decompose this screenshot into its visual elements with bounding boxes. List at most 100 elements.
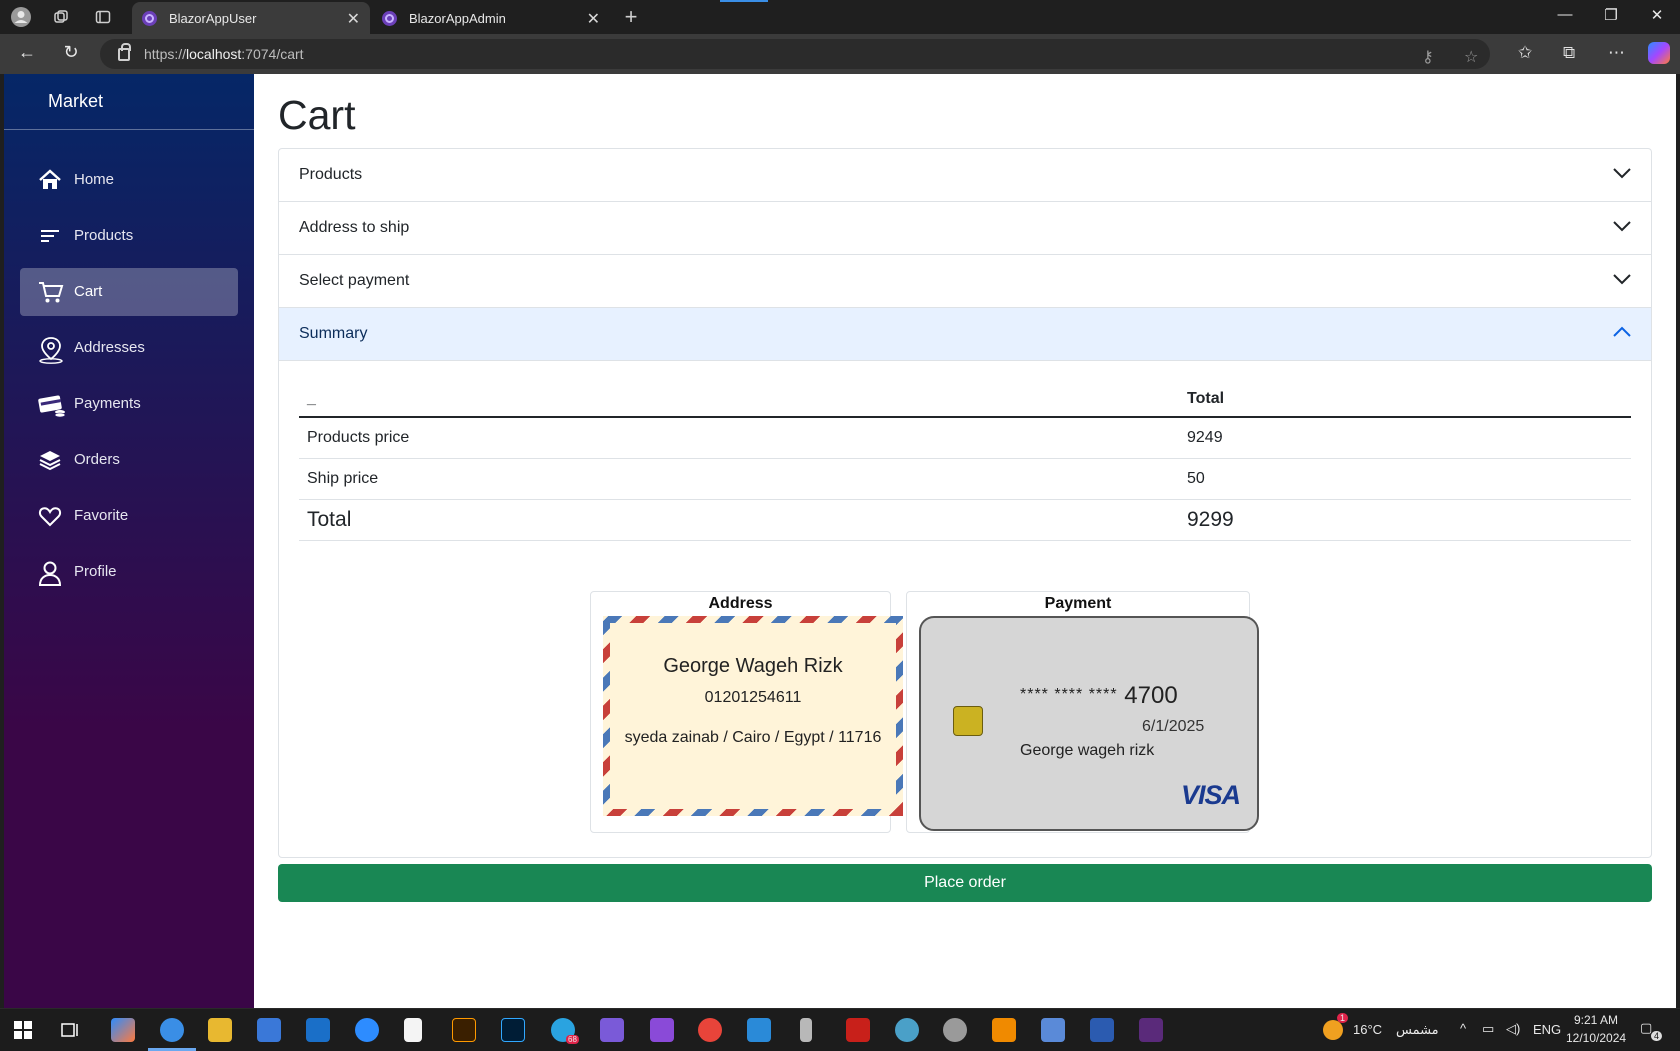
store-icon[interactable] — [257, 1018, 281, 1042]
summary-table: _ Total Products price 9249 Ship price 5… — [299, 377, 1631, 541]
task-view-icon[interactable] — [60, 1021, 80, 1039]
card-last4: 4700 — [1124, 682, 1178, 709]
workspaces-icon[interactable] — [50, 6, 72, 28]
accordion-products[interactable]: Products — [279, 149, 1651, 202]
sidebar-item-home[interactable]: Home — [20, 156, 238, 204]
network-icon[interactable]: ▭ — [1482, 1021, 1494, 1037]
terminal-icon[interactable] — [1139, 1018, 1163, 1042]
sidebar-item-addresses[interactable]: Addresses — [20, 324, 238, 372]
blazor-favicon-icon — [142, 10, 157, 26]
tab-blazorappuser[interactable]: BlazorAppUser ✕ — [132, 2, 370, 34]
address-bar[interactable]: https://localhost:7074/cart ⚷ ☆ — [100, 39, 1490, 69]
refresh-icon[interactable]: ↻ — [58, 42, 84, 66]
row-label: Total — [299, 499, 1179, 541]
sidebar-item-products[interactable]: Products — [20, 212, 238, 260]
more-icon[interactable]: ⋯ — [1608, 43, 1625, 63]
photoshop-icon[interactable] — [501, 1018, 525, 1042]
show-hidden-icons[interactable]: ^ — [1460, 1021, 1466, 1036]
clock-time[interactable]: 9:21 AM — [1574, 1013, 1618, 1027]
media-icon[interactable] — [600, 1018, 624, 1042]
back-icon[interactable]: ← — [14, 42, 40, 66]
envelope: George Wageh Rizk 01201254611 syeda zain… — [603, 616, 903, 816]
table-row: Ship price 50 — [299, 458, 1631, 500]
visa-logo: VISA — [1181, 780, 1241, 810]
sidebar-item-label: Addresses — [74, 339, 145, 356]
sidebar-item-label: Payments — [74, 395, 141, 412]
tab-blazorappadmin[interactable]: BlazorAppAdmin ✕ — [372, 2, 610, 34]
sidebar-item-cart[interactable]: Cart — [20, 268, 238, 316]
sidebar-item-profile[interactable]: Profile — [20, 548, 238, 596]
row-label: Products price — [299, 417, 1179, 459]
key-icon[interactable]: ⚷ — [1422, 47, 1434, 67]
accordion-label: Summary — [299, 325, 368, 342]
sidebar-item-favorite[interactable]: Favorite — [20, 492, 238, 540]
minimize-icon[interactable]: — — [1550, 6, 1580, 23]
word-icon[interactable] — [1090, 1018, 1114, 1042]
chevron-up-icon — [1613, 326, 1631, 337]
pdf-editor-icon[interactable] — [846, 1018, 870, 1042]
app-icon[interactable] — [943, 1018, 967, 1042]
table-header-row: _ Total — [299, 377, 1631, 418]
column-header: Total — [1179, 377, 1631, 418]
url-path: :7074/cart — [241, 46, 304, 62]
visual-studio-icon[interactable] — [650, 1018, 674, 1042]
close-window-icon[interactable]: ✕ — [1642, 6, 1672, 24]
column-header: _ — [299, 377, 1179, 418]
table-row: Products price 9249 — [299, 417, 1631, 459]
language-indicator[interactable]: ENG — [1533, 1022, 1561, 1037]
favorite-star-icon[interactable]: ☆ — [1464, 47, 1478, 67]
chrome-icon[interactable] — [698, 1018, 722, 1042]
paint-icon[interactable] — [895, 1018, 919, 1042]
place-order-button[interactable]: Place order — [278, 864, 1652, 902]
sidebar-item-orders[interactable]: Orders — [20, 436, 238, 484]
blazor-favicon-icon — [382, 10, 397, 26]
notepad-icon[interactable] — [404, 1018, 422, 1042]
card-expiry: 6/1/2025 — [1142, 718, 1205, 735]
sidebar-item-payments[interactable]: Payments — [20, 380, 238, 428]
copilot-icon[interactable] — [1648, 42, 1670, 64]
volume-icon[interactable]: ◁) — [1506, 1021, 1520, 1037]
restore-icon[interactable]: ❐ — [1596, 6, 1626, 24]
accordion-summary[interactable]: Summary — [279, 308, 1651, 361]
accordion-address-to-ship[interactable]: Address to ship — [279, 202, 1651, 255]
copilot-taskbar-icon[interactable] — [111, 1018, 135, 1042]
recipient-phone: 01201254611 — [704, 689, 802, 706]
vscode-icon[interactable] — [747, 1018, 771, 1042]
remote-desktop-icon[interactable] — [1041, 1018, 1065, 1042]
file-explorer-icon[interactable] — [208, 1018, 232, 1042]
tab-actions-icon[interactable] — [92, 6, 114, 28]
checkout-accordion: Products Address to ship Select payment … — [278, 148, 1652, 858]
collections-icon[interactable]: ⧉ — [1563, 43, 1575, 63]
usb-icon[interactable] — [800, 1018, 812, 1042]
weather-badge: 1 — [1337, 1013, 1349, 1023]
card-holder: George wageh rizk — [1020, 742, 1155, 759]
zoom-icon[interactable] — [355, 1018, 379, 1042]
card-number: **** **** **** 4700 — [1020, 682, 1178, 710]
favorites-icon[interactable]: ✩ — [1518, 43, 1532, 63]
home-icon — [39, 169, 61, 189]
clock-date[interactable]: 12/10/2024 — [1566, 1031, 1626, 1045]
location-pin-icon — [39, 337, 63, 364]
main-content: Cart Products Address to ship Select pay… — [254, 74, 1676, 1008]
windows-start-icon[interactable] — [14, 1021, 32, 1039]
app-viewport: Market Home Products Cart Addresses Paym… — [4, 74, 1676, 1008]
recipient-name: George Wageh Rizk — [663, 655, 843, 677]
weather-temp[interactable]: 16°C — [1353, 1022, 1382, 1037]
sidebar-item-label: Products — [74, 227, 134, 244]
row-value: 9249 — [1179, 417, 1631, 459]
profile-icon[interactable] — [10, 6, 32, 28]
accordion-select-payment[interactable]: Select payment — [279, 255, 1651, 308]
row-value: 9299 — [1179, 499, 1631, 541]
illustrator-icon[interactable] — [452, 1018, 476, 1042]
edge-taskbar-icon[interactable] — [160, 1018, 184, 1042]
vlc-icon[interactable] — [992, 1018, 1016, 1042]
list-icon — [41, 230, 59, 242]
weather-icon[interactable] — [1323, 1020, 1343, 1040]
brand[interactable]: Market — [4, 74, 254, 130]
outlook-icon[interactable] — [306, 1018, 330, 1042]
close-tab-icon[interactable]: ✕ — [587, 9, 600, 29]
weather-condition[interactable]: مشمس — [1396, 1022, 1439, 1038]
address-card-title: Address — [708, 595, 773, 612]
new-tab-icon[interactable]: + — [620, 4, 642, 29]
close-tab-icon[interactable]: ✕ — [347, 9, 360, 29]
